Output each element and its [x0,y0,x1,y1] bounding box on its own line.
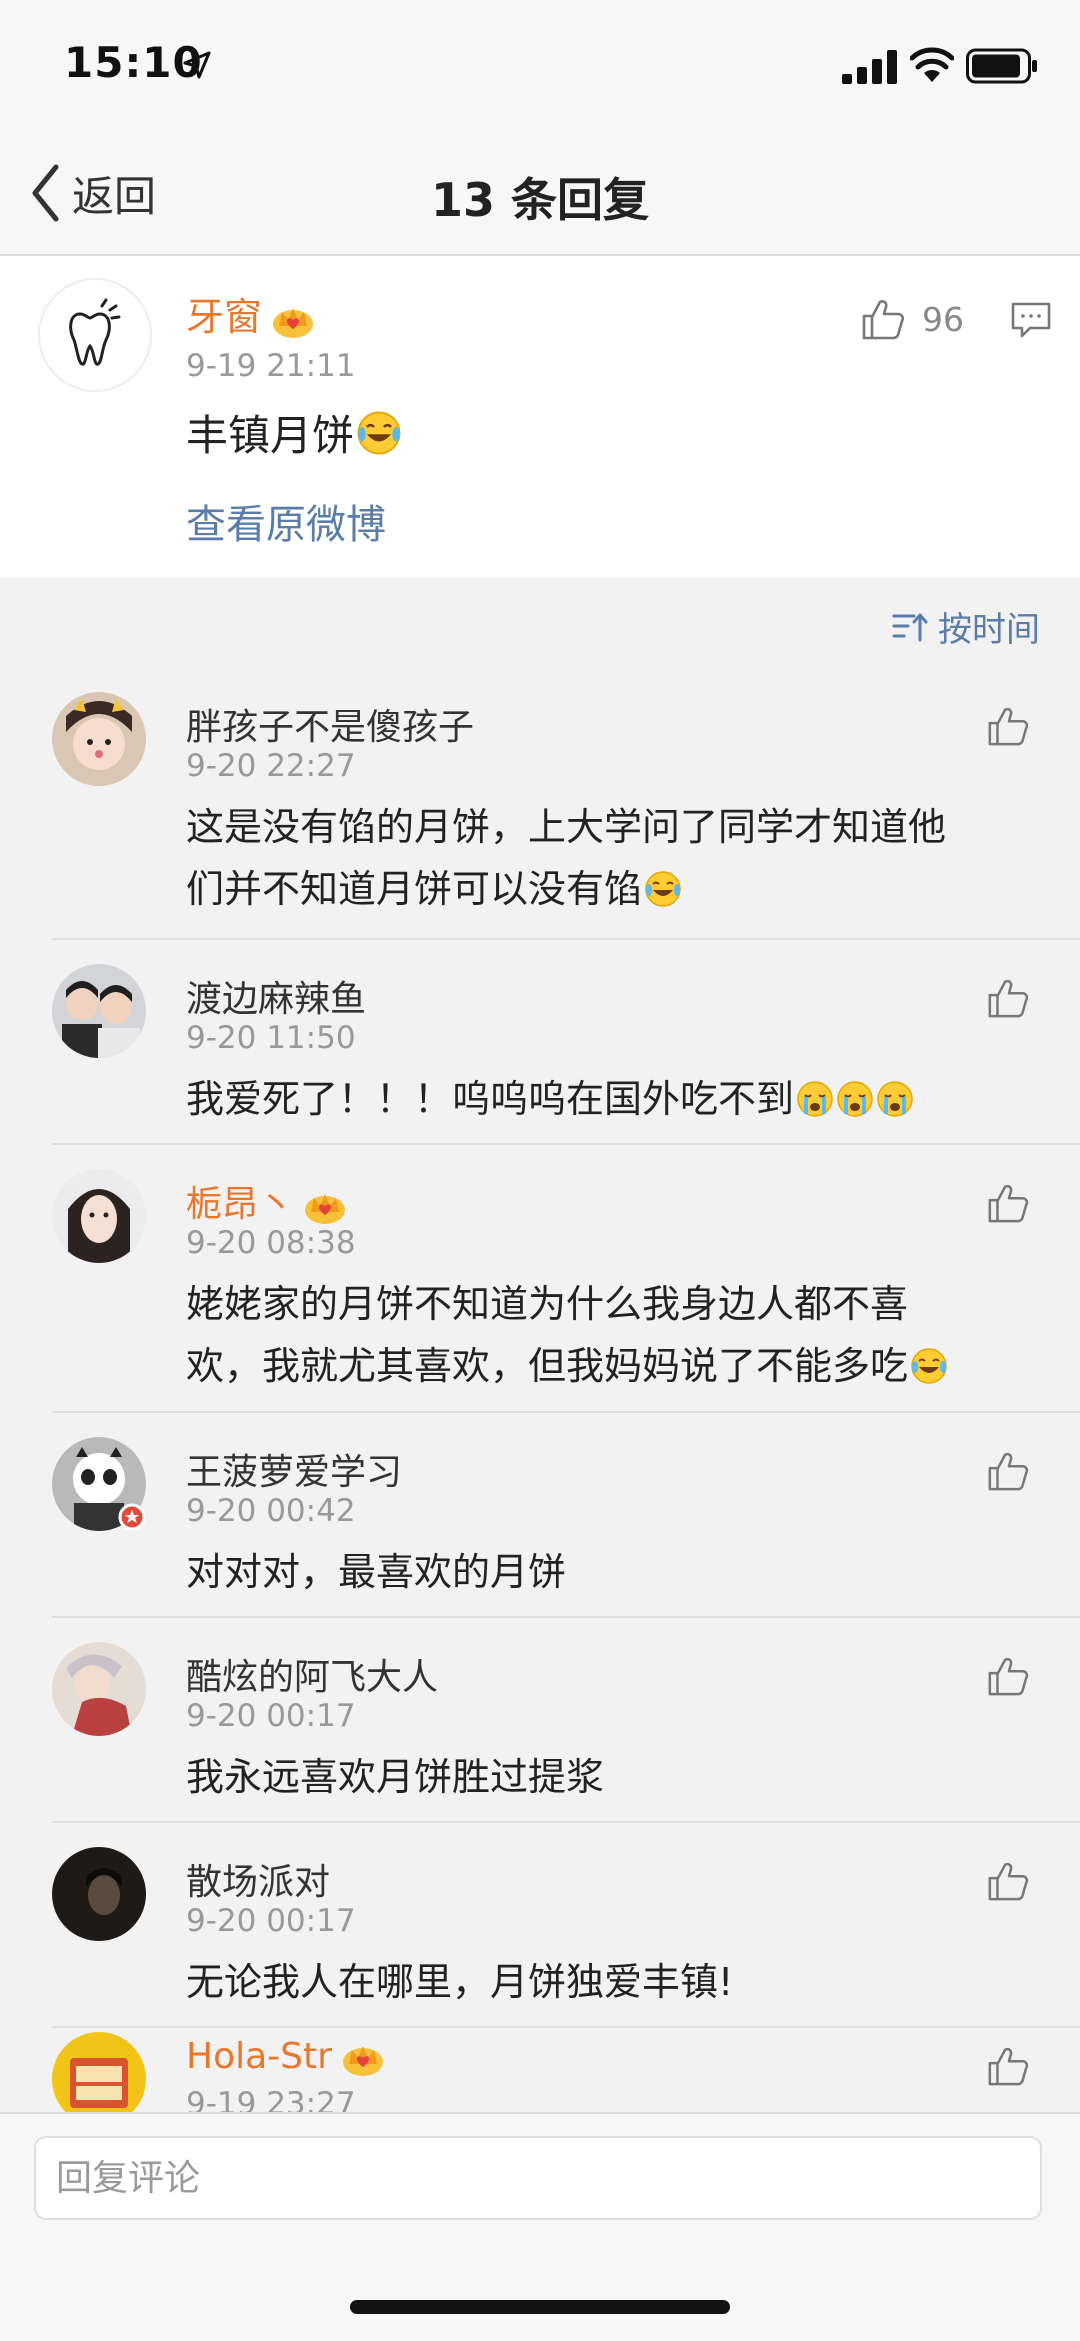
comment-item: 栀昂丶 9-20 08:38 姥姥家的月饼不知道为什么我身边人都不喜 欢，我就尤… [0,1145,1080,1413]
thumbs-up-icon [862,300,905,340]
comment-item: 散场派对 9-20 00:17 无论我人在哪里，月饼独爱丰镇! [0,1823,1080,2028]
comment-timestamp: 9-20 00:42 [186,1493,356,1529]
tooth-logo-icon [69,298,121,366]
thumbs-up-icon[interactable] [986,704,1030,748]
comment-text-line: 对对对，最喜欢的月饼 [186,1550,567,1594]
comment-item: 胖孩子不是傻孩子 9-20 22:27 这是没有馅的月饼，上大学问了同学才知道他… [0,668,1080,940]
comment-text-line: 们并不知道月饼可以没有馅 [186,858,1006,920]
avatar[interactable] [52,964,146,1058]
page-title: 13 条回复 [430,173,650,227]
status-bar: 15:10 [0,0,1080,130]
comment-item: 王菠萝爱学习 9-20 00:42 对对对，最喜欢的月饼 [0,1413,1080,1618]
comment-text-fragment: 们并不知道月饼可以没有馅 [186,867,643,911]
comment-timestamp: 9-20 22:27 [186,748,356,784]
signal-icon [842,50,897,84]
sort-label: 按时间 [938,610,1040,650]
avatar[interactable] [38,278,152,392]
location-arrow-icon [183,51,211,79]
post-text-content: 丰镇月饼 [186,411,355,460]
comment-item: 渡边麻辣鱼 9-20 11:50 我爱死了！！！呜呜呜在国外吃不到 [0,940,1080,1145]
comment-text: 姥姥家的月饼不知道为什么我身边人都不喜 欢，我就尤其喜欢，但我妈妈说了不能多吃 [186,1273,1006,1397]
comment-text-line: 欢，我就尤其喜欢，但我妈妈说了不能多吃 [186,1335,1006,1397]
comment-text-line: 这是没有馅的月饼，上大学问了同学才知道他 [186,805,947,849]
comment-text-line: 无论我人在哪里，月饼独爱丰镇! [186,1960,734,2004]
comment-text: 对对对，最喜欢的月饼 [186,1541,1006,1603]
battery-icon [966,48,1037,84]
comment-text: 这是没有馅的月饼，上大学问了同学才知道他 们并不知道月饼可以没有馅 [186,796,1006,920]
post-like-count: 96 [922,299,964,339]
comment-author[interactable]: 王菠萝爱学习 [186,1443,402,1495]
crown-badge-icon [273,307,314,338]
thumbs-up-icon[interactable] [986,1181,1030,1225]
comment-timestamp: 9-20 11:50 [186,1020,356,1056]
comment-author[interactable]: 栀昂丶 [186,1175,348,1227]
comment-text-line: 姥姥家的月饼不知道为什么我身边人都不喜 [186,1282,909,1326]
crying-emoji [797,1081,833,1117]
comment-author-name: Hola-Str [186,2036,332,2077]
post-like-button[interactable]: 96 [860,296,964,342]
avatar[interactable] [52,692,146,786]
avatar[interactable] [52,1169,146,1263]
post-text: 丰镇月饼 [186,402,402,463]
comment-author[interactable]: Hola-Str [186,2036,386,2078]
crown-badge-icon [305,1194,346,1224]
avatar-image [52,1169,146,1263]
laugh-cry-emoji [645,871,681,907]
avatar[interactable] [52,1437,146,1531]
avatar[interactable] [52,1642,146,1736]
wifi-icon [910,47,954,82]
comment-author-name: 栀昂丶 [186,1184,295,1225]
thumbs-up-icon[interactable] [986,1859,1030,1903]
reply-input[interactable] [34,2136,1042,2220]
comment-author[interactable]: 酷炫的阿飞大人 [186,1648,438,1700]
post-timestamp: 9-19 21:11 [186,348,356,384]
comment-list: 胖孩子不是傻孩子 9-20 22:27 这是没有馅的月饼，上大学问了同学才知道他… [0,668,1080,2228]
avatar-image [52,1847,146,1941]
comment-timestamp: 9-20 00:17 [186,1903,356,1939]
comment-item: 酷炫的阿飞大人 9-20 00:17 我永远喜欢月饼胜过提浆 [0,1618,1080,1823]
crown-badge-icon [342,2046,383,2076]
thumbs-up-icon[interactable] [986,1449,1030,1493]
sort-row: 按时间 [0,578,1080,668]
comment-author[interactable]: 渡边麻辣鱼 [186,970,366,1022]
comment-text: 我永远喜欢月饼胜过提浆 [186,1746,1006,1808]
comment-text-line: 我永远喜欢月饼胜过提浆 [186,1755,605,1799]
crying-emoji [837,1081,873,1117]
home-indicator[interactable] [350,2300,730,2314]
sort-button[interactable]: 按时间 [892,602,1040,651]
laugh-cry-emoji [357,411,401,455]
thumbs-up-icon[interactable] [986,976,1030,1020]
comment-text-fragment: 我爱死了！！！呜呜呜在国外吃不到 [186,1077,795,1121]
avatar-image [52,1642,146,1736]
comment-timestamp: 9-20 00:17 [186,1698,356,1734]
reply-bar [0,2112,1080,2341]
thumbs-up-icon[interactable] [986,1654,1030,1698]
comment-text-line: 我爱死了！！！呜呜呜在国外吃不到 [186,1068,1006,1130]
nav-bar: 返回 13 条回复 [0,130,1080,256]
avatar-image [52,692,146,786]
original-post: 牙窗 9-19 21:11 丰镇月饼 查看原微博 96 [0,256,1080,578]
laugh-cry-emoji [911,1348,947,1384]
comment-text: 无论我人在哪里，月饼独爱丰镇! [186,1951,1006,2013]
avatar-image [52,964,146,1058]
avatar-image [52,1437,146,1531]
comment-text-fragment: 欢，我就尤其喜欢，但我妈妈说了不能多吃 [186,1344,909,1388]
post-author[interactable]: 牙窗 [186,286,316,341]
comment-timestamp: 9-20 08:38 [186,1225,356,1261]
crying-emoji [877,1081,913,1117]
sort-icon [892,613,928,641]
comment-author[interactable]: 胖孩子不是傻孩子 [186,698,474,750]
comment-icon[interactable] [1010,300,1052,340]
comment-text: 我爱死了！！！呜呜呜在国外吃不到 [186,1068,1006,1130]
thumbs-up-icon[interactable] [986,2044,1030,2088]
view-original-link[interactable]: 查看原微博 [186,492,386,550]
post-author-name: 牙窗 [186,295,263,339]
avatar[interactable] [52,1847,146,1941]
comment-author[interactable]: 散场派对 [186,1853,330,1905]
